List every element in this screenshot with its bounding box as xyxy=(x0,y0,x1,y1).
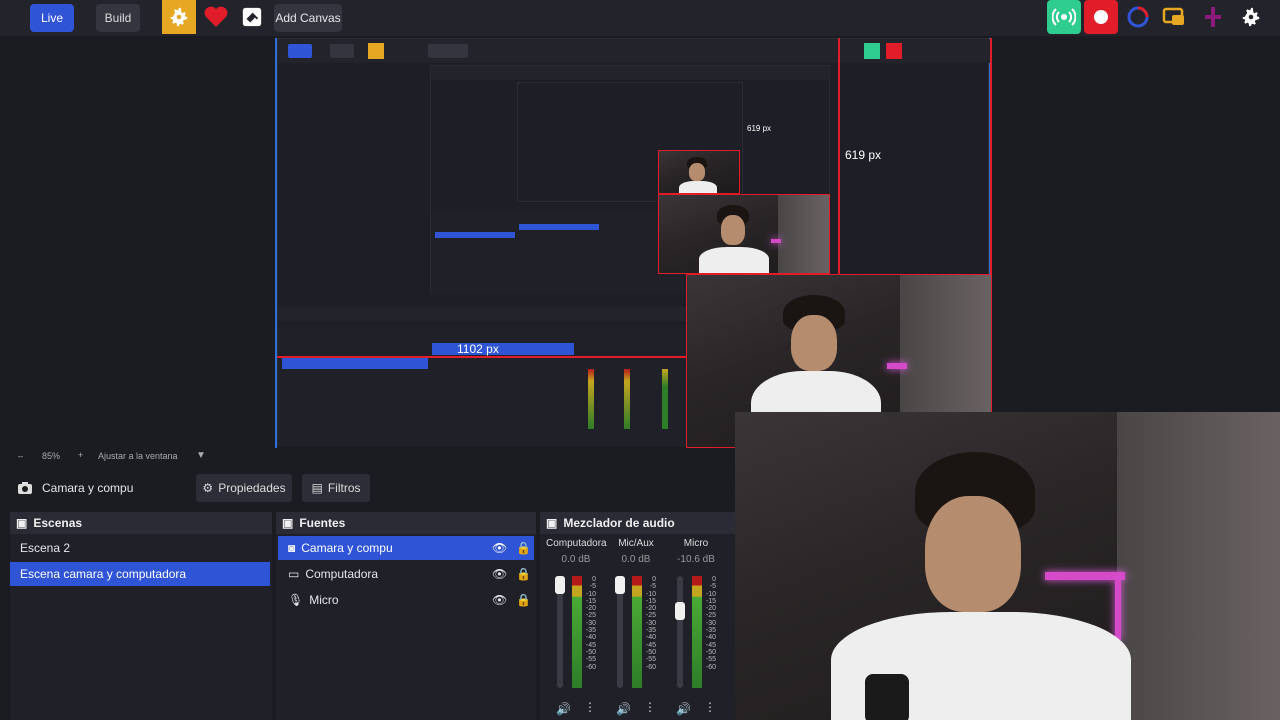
level-meter xyxy=(692,576,702,688)
level-meter xyxy=(632,576,642,688)
source-toolbar: Camara y compu ⚙ Propiedades ▤ Filtros xyxy=(0,474,735,502)
selected-source-name: Camara y compu xyxy=(42,481,134,495)
source-label: Camara y compu xyxy=(301,541,393,555)
speaker-icon[interactable]: 🔊 xyxy=(616,702,631,716)
stream-broadcast-icon[interactable] xyxy=(1047,0,1081,34)
meter-ticks: 0 -5 -10 -15 -20 -25 -30 -35 -40 -45 -50 -55 -60 xyxy=(585,576,596,671)
filter-icon: ▤ xyxy=(311,481,323,495)
source-item-mic[interactable]: 🎙 Micro 👁 🔒 xyxy=(278,588,534,612)
top-bar: Live Build Add Canvas xyxy=(0,0,1280,36)
mixer-title: Mezclador de audio xyxy=(563,516,675,530)
webcam-preview-medium xyxy=(658,194,830,274)
scenes-header: ▣ Escenas xyxy=(10,512,272,534)
zoom-out-button[interactable]: – xyxy=(18,451,23,461)
height-measure-label: 619 px xyxy=(845,148,882,162)
channel-db: 0.0 dB xyxy=(561,554,591,565)
filters-label: Filtros xyxy=(327,481,361,495)
scenes-dock: ▣ Escenas Escena 2 Escena camara y compu… xyxy=(10,512,272,720)
zoom-value: 85% xyxy=(42,451,61,461)
speaker-icon[interactable]: 🔊 xyxy=(556,702,571,716)
settings-gear-icon[interactable] xyxy=(162,0,196,34)
studio-mode-icon[interactable] xyxy=(1196,0,1230,34)
mixer-channel: Computadora 0.0 dB 0 -5 -10 -15 -20 -25 -30 -35 -4… xyxy=(546,536,607,720)
channel-name: Mic/Aux xyxy=(618,538,654,549)
sources-header: ▣ Fuentes xyxy=(276,512,536,534)
speaker-icon[interactable]: 🔊 xyxy=(676,702,691,716)
nested-height-measure-label: 619 px xyxy=(747,124,772,133)
audio-mixer-dock: ▣ Mezclador de audio Computadora 0.0 dB 0-… xyxy=(540,512,735,720)
scene-item[interactable]: Escena 2 xyxy=(10,536,272,560)
mixer-header: ▣ Mezclador de audio xyxy=(540,512,735,534)
more-options-icon[interactable]: ⋮ xyxy=(644,700,656,714)
gear-icon: ⚙ xyxy=(202,481,214,495)
more-options-icon[interactable]: ⋮ xyxy=(704,700,716,714)
mixer-channel: Mic/Aux 0.0 dB 0 -5 -10 -15 -20 -25 -30 -35 -40 -45… xyxy=(606,536,666,720)
eye-icon[interactable]: 👁 xyxy=(492,567,507,581)
preview-canvas[interactable]: 619 px 619 px 1102 px xyxy=(275,38,992,448)
replay-buffer-icon[interactable] xyxy=(1121,0,1155,34)
camera-icon xyxy=(18,481,32,499)
dock-icon: ▣ xyxy=(282,516,294,530)
channel-name: Micro xyxy=(683,538,709,549)
dock-icon: ▣ xyxy=(546,516,558,530)
volume-fader-knob[interactable] xyxy=(675,602,685,620)
source-item-display[interactable]: ▭ Computadora 👁 🔒 xyxy=(278,562,534,586)
webcam-main-view xyxy=(735,412,1280,720)
camera-icon: ◙ xyxy=(288,541,296,555)
heart-icon[interactable] xyxy=(199,0,233,34)
properties-button[interactable]: ⚙ Propiedades xyxy=(196,474,292,502)
settings-icon[interactable] xyxy=(1234,0,1268,34)
source-item-camera[interactable]: ◙ Camara y compu 👁 🔒 xyxy=(278,536,534,560)
filters-button[interactable]: ▤ Filtros xyxy=(302,474,370,502)
record-icon[interactable] xyxy=(1084,0,1118,34)
build-button[interactable]: Build xyxy=(96,4,140,32)
lock-icon[interactable]: 🔒 xyxy=(516,541,531,555)
live-button[interactable]: Live xyxy=(30,4,74,32)
microphone-icon: 🎙 xyxy=(288,593,304,607)
add-canvas-button[interactable]: Add Canvas xyxy=(274,4,342,32)
lock-icon[interactable]: 🔒 xyxy=(516,593,531,607)
eye-icon[interactable]: 👁 xyxy=(492,541,507,555)
scenes-title: Escenas xyxy=(33,516,83,530)
level-meter xyxy=(572,576,582,688)
meter-ticks: 0 -5 -10 -15 -20 -25 -30 -35 -40 -45 -50 -55 -60 xyxy=(645,576,656,671)
scene-item-selected[interactable]: Escena camara y computadora xyxy=(10,562,270,586)
volume-fader-knob[interactable] xyxy=(615,576,625,594)
sources-title: Fuentes xyxy=(299,516,346,530)
chevron-down-icon[interactable]: ▼ xyxy=(196,450,206,461)
meter-ticks: 0 -5 -10 -15 -20 -25 -30 -35 -40 -45 -50 -55 -60 xyxy=(705,576,716,671)
more-options-icon[interactable]: ⋮ xyxy=(584,700,596,714)
lock-icon[interactable]: 🔒 xyxy=(516,567,531,581)
sources-dock: ▣ Fuentes ◙ Camara y compu 👁 🔒 ▭ Computa… xyxy=(276,512,536,720)
monitor-icon: ▭ xyxy=(288,567,300,581)
source-label: Micro xyxy=(309,593,339,607)
eye-icon[interactable]: 👁 xyxy=(492,593,507,607)
channel-name: Computadora xyxy=(546,538,607,549)
virtual-camera-icon[interactable] xyxy=(1158,0,1192,34)
webcam-preview-small xyxy=(658,150,740,194)
dock-icon: ▣ xyxy=(16,516,28,530)
plugin-logo-icon[interactable] xyxy=(235,0,269,34)
channel-db: 0.0 dB xyxy=(621,554,651,565)
zoom-in-button[interactable]: + xyxy=(78,450,83,460)
scene-label: Escena camara y computadora xyxy=(20,567,187,581)
volume-fader[interactable] xyxy=(677,576,683,688)
fit-window-label[interactable]: Ajustar a la ventana xyxy=(98,451,178,461)
width-measure-label: 1102 px xyxy=(457,342,499,356)
zoom-bar: – 85% + Ajustar a la ventana ▼ xyxy=(12,448,272,466)
scene-label: Escena 2 xyxy=(20,541,71,555)
properties-label: Propiedades xyxy=(218,481,286,495)
source-label: Computadora xyxy=(305,567,379,581)
channel-db: -10.6 dB xyxy=(677,554,715,565)
mixer-channel: Micro -10.6 dB 0 -5 -10 -15 -20 -25 -30 -35 -40 -45… xyxy=(666,536,726,720)
volume-fader-knob[interactable] xyxy=(555,576,565,594)
